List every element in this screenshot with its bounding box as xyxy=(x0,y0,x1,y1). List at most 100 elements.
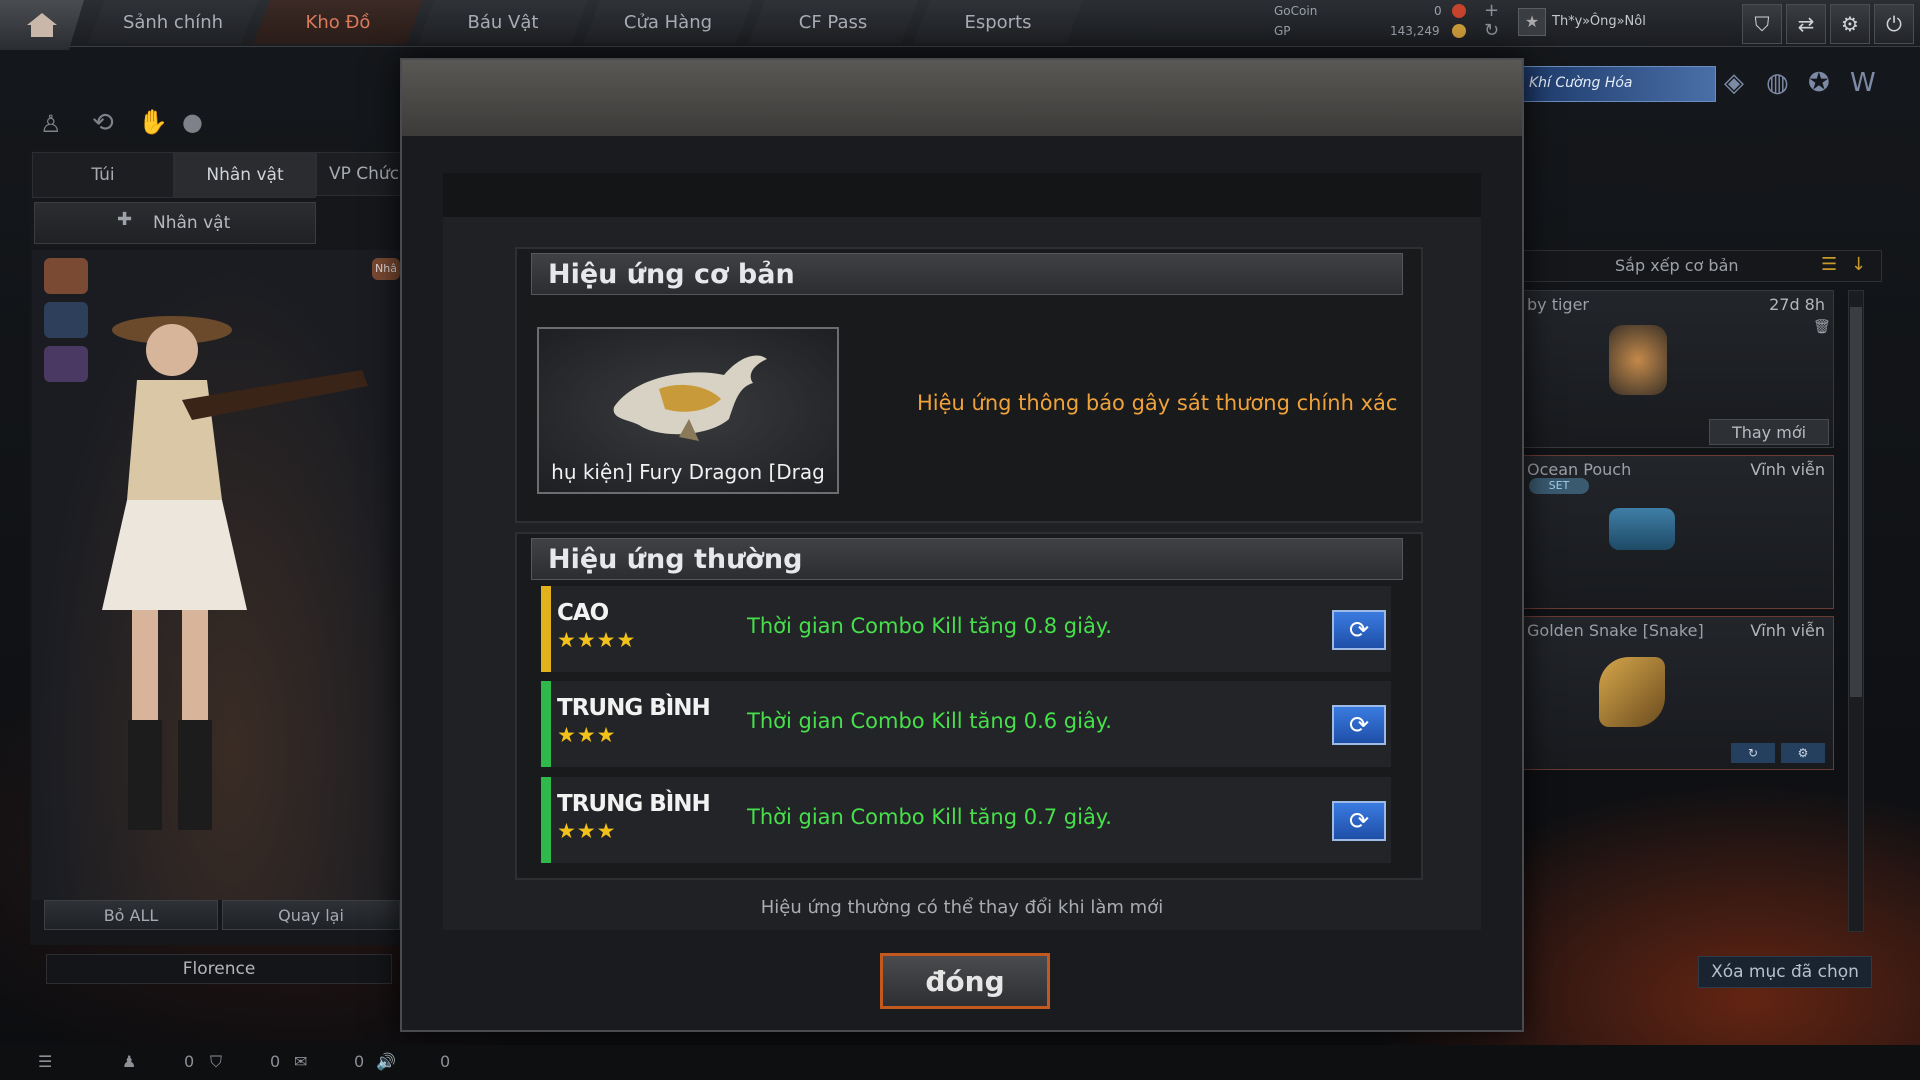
shield-icon[interactable]: ⛉ xyxy=(1742,4,1782,44)
tab-character[interactable]: Nhân vật xyxy=(174,152,316,198)
gocoin-icon xyxy=(1452,4,1466,18)
effect-text: Thời gian Combo Kill tăng 0.6 giây. xyxy=(747,709,1112,733)
item-card-time: Vĩnh viễn xyxy=(1750,460,1825,479)
remove-all-button[interactable]: Bỏ ALL xyxy=(44,900,218,930)
refresh-icon: ⟳ xyxy=(1348,711,1370,739)
dialog-header xyxy=(402,60,1522,136)
item-thumbnail xyxy=(1609,508,1675,550)
weapon-banner[interactable]: Khí Cường Hóa xyxy=(1522,66,1716,102)
item-card-title: Golden Snake [Snake] xyxy=(1527,621,1704,640)
item-card-title: Ocean Pouch xyxy=(1527,460,1632,479)
dialog-title-strip xyxy=(443,173,1481,217)
close-button[interactable]: đóng xyxy=(880,953,1050,1009)
grade-bar xyxy=(541,586,551,672)
tab-cf-pass[interactable]: CF Pass xyxy=(748,0,918,44)
grade-label: TRUNG BÌNH xyxy=(557,791,711,817)
tab-lobby[interactable]: Sảnh chính xyxy=(88,0,258,44)
item-card-time: Vĩnh viễn xyxy=(1750,621,1825,640)
item-name: hụ kiện] Fury Dragon [Drag xyxy=(551,460,825,484)
gear-icon[interactable]: ⚙ xyxy=(1781,743,1825,763)
speaker-icon[interactable]: 🔊 xyxy=(376,1052,396,1071)
home-icon xyxy=(27,13,57,37)
outfit-slot-icon[interactable] xyxy=(44,258,88,294)
gp-icon xyxy=(1452,24,1466,38)
scrollbar[interactable] xyxy=(1848,290,1864,932)
mask-slot-icon[interactable] xyxy=(44,302,88,338)
grade-stars: ★★★ xyxy=(557,723,617,747)
sort-down-icon[interactable]: ↓ xyxy=(1851,254,1866,275)
tab-treasure[interactable]: Báu Vật xyxy=(418,0,588,44)
tab-esports[interactable]: Esports xyxy=(913,0,1083,44)
party-count: 0 xyxy=(184,1052,195,1071)
item-card[interactable]: by tiger 27d 8h 🗑 Thay mới xyxy=(1520,290,1834,448)
pose-icon[interactable]: ✋ xyxy=(138,108,168,136)
wing-slot-icon[interactable] xyxy=(44,346,88,382)
refresh-note: Hiệu ứng thường có thể thay đổi khi làm … xyxy=(760,897,1164,918)
tab-inventory[interactable]: Kho Đồ xyxy=(253,0,423,44)
item-thumbnail xyxy=(1609,325,1667,395)
character-filter[interactable]: ✚ Nhân vật xyxy=(34,202,316,244)
sort-label: Sắp xếp cơ bản xyxy=(1615,256,1739,275)
grade-stars: ★★★ xyxy=(557,819,617,843)
shield-count: 0 xyxy=(270,1052,281,1071)
item-thumbnail xyxy=(1599,657,1665,727)
w-logo-icon[interactable]: W xyxy=(1850,68,1876,98)
home-button[interactable] xyxy=(0,0,84,50)
tab-shop[interactable]: Cửa Hàng xyxy=(583,0,753,44)
refresh-icon: ⟳ xyxy=(1348,616,1370,644)
trash-icon[interactable]: 🗑 xyxy=(1813,319,1831,335)
bottom-bar xyxy=(0,1045,1920,1080)
character-model xyxy=(102,316,368,830)
normal-effect-section: Hiệu ứng thường CAO ★★★★ Thời gian Combo… xyxy=(515,532,1423,880)
add-coin-icon[interactable]: + xyxy=(1484,0,1499,21)
tab-function-items[interactable]: VP Chức xyxy=(316,152,406,196)
add-character-icon: ✚ xyxy=(117,209,133,230)
grade-bar xyxy=(541,681,551,767)
refresh-coin-icon[interactable]: ↻ xyxy=(1484,20,1499,41)
refresh-gp-icon[interactable]: ↻ xyxy=(1731,743,1775,763)
grade-label: TRUNG BÌNH xyxy=(557,695,711,721)
gocoin-label: GoCoin xyxy=(1274,4,1318,18)
chat-icon[interactable]: ✉ xyxy=(294,1052,307,1071)
rotate-icon[interactable]: ⟲ xyxy=(92,108,114,138)
globe-icon[interactable]: ◍ xyxy=(1766,68,1789,98)
tab-bag[interactable]: Túi xyxy=(32,152,174,198)
effect-row: CAO ★★★★ Thời gian Combo Kill tăng 0.8 g… xyxy=(541,586,1391,673)
item-card-title: by tiger xyxy=(1527,295,1590,314)
username: Th*y»Ông»Nôl xyxy=(1552,14,1646,29)
item-card[interactable]: Golden Snake [Snake] Vĩnh viễn ↻ ⚙ xyxy=(1520,616,1834,770)
party-icon[interactable]: ♟ xyxy=(122,1052,136,1071)
grade-stars: ★★★★ xyxy=(557,628,637,652)
badge-v-icon[interactable]: ◈ xyxy=(1724,68,1744,98)
top-bar: Sảnh chính Kho Đồ Báu Vật Cửa Hàng CF Pa… xyxy=(0,0,1920,50)
character-name: Florence xyxy=(46,954,392,984)
effect-row: TRUNG BÌNH ★★★ Thời gian Combo Kill tăng… xyxy=(541,681,1391,768)
renew-button[interactable]: Thay mới xyxy=(1709,419,1829,445)
sort-bar[interactable]: Sắp xếp cơ bản ☰ ↓ xyxy=(1520,250,1882,282)
normal-effect-title: Hiệu ứng thường xyxy=(531,538,1403,580)
refresh-effect-button[interactable]: ⟳ xyxy=(1332,610,1386,650)
item-card-time: 27d 8h xyxy=(1769,295,1825,314)
exit-room-icon[interactable]: ⇄ xyxy=(1786,4,1826,44)
refresh-effect-button[interactable]: ⟳ xyxy=(1332,705,1386,745)
delete-selected-button[interactable]: Xóa mục đã chọn xyxy=(1698,956,1872,988)
power-icon[interactable]: ⏻ xyxy=(1874,4,1914,44)
set-badge: SET xyxy=(1529,478,1589,494)
back-button[interactable]: Quay lại xyxy=(222,900,400,930)
menu-icon[interactable]: ☰ xyxy=(38,1052,52,1071)
list-icon[interactable]: ☰ xyxy=(1821,254,1837,275)
refresh-icon: ⟳ xyxy=(1348,807,1370,835)
scrollbar-thumb[interactable] xyxy=(1850,307,1862,697)
effect-text: Thời gian Combo Kill tăng 0.8 giây. xyxy=(747,614,1112,638)
shield-status-icon[interactable]: ⛉ xyxy=(210,1052,222,1072)
group-icon[interactable]: ♙ xyxy=(40,110,62,138)
grade-label: CAO xyxy=(557,600,609,626)
item-card[interactable]: Ocean Pouch Vĩnh viễn SET xyxy=(1520,455,1834,609)
speaker-count: 0 xyxy=(440,1052,451,1071)
rank-icon: ★ xyxy=(1518,8,1546,36)
gear-icon[interactable]: ⚙ xyxy=(1830,4,1870,44)
target-icon[interactable]: ✪ xyxy=(1808,68,1830,98)
grenade-icon[interactable]: ● xyxy=(182,108,203,136)
refresh-effect-button[interactable]: ⟳ xyxy=(1332,801,1386,841)
effect-dialog: Hiệu ứng cơ bản hụ kiện] Fury Dragon [Dr… xyxy=(400,58,1524,1032)
